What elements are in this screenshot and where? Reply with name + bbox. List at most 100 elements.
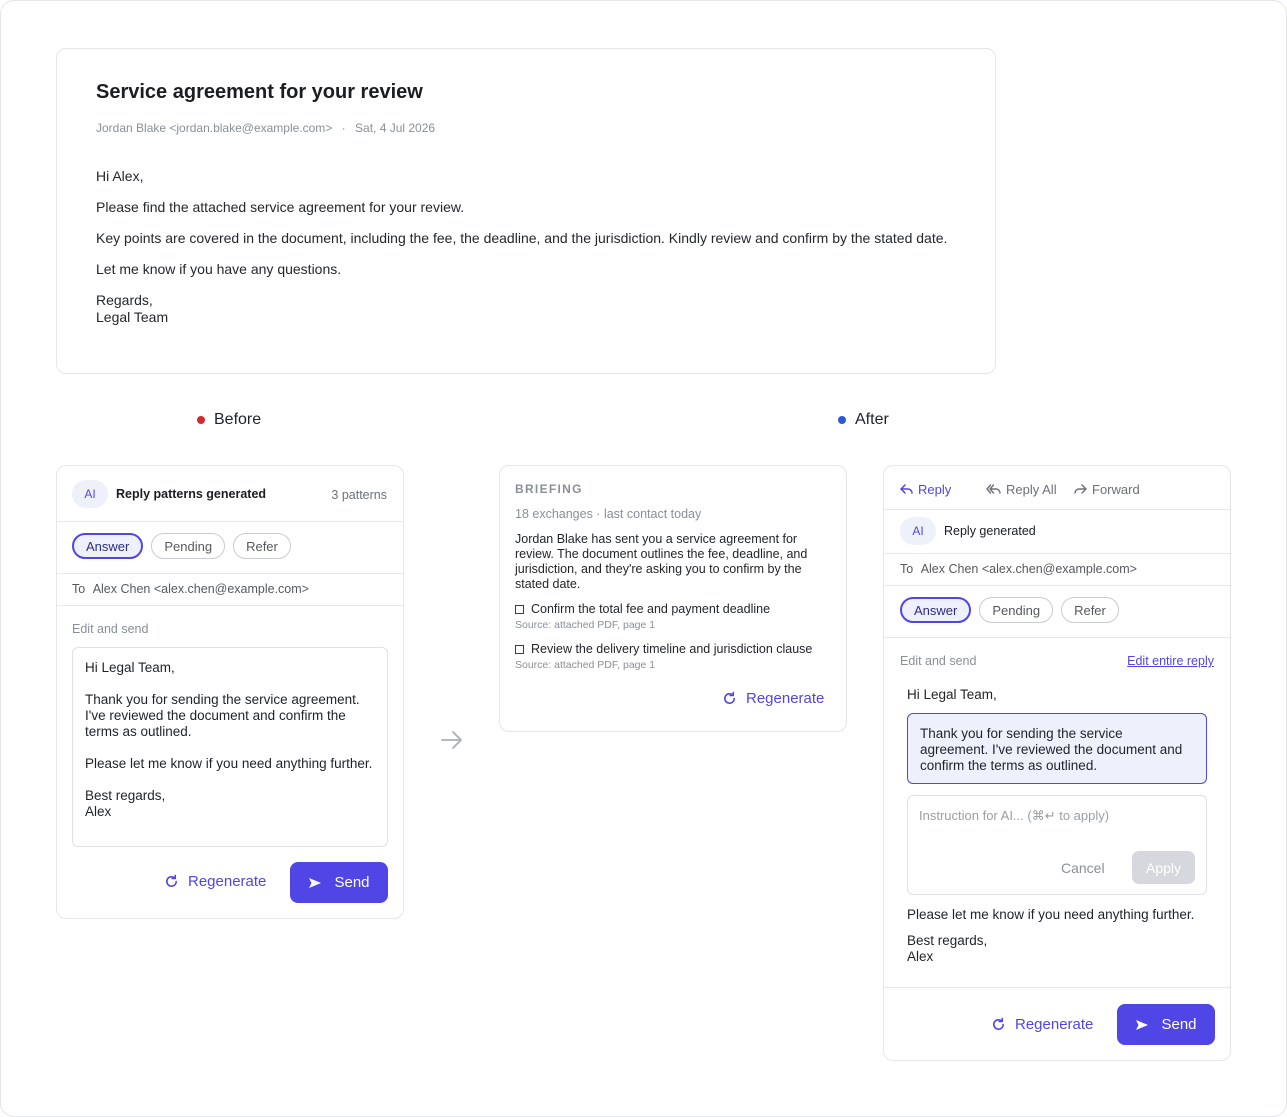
divider — [57, 605, 403, 606]
chip-refer[interactable]: Refer — [233, 533, 291, 559]
to-line: To Alex Chen <alex.chen@example.com> — [72, 582, 309, 596]
tab-reply[interactable]: Reply — [900, 482, 951, 497]
before-header: AI Reply patterns generated — [72, 480, 266, 508]
legend-after: After — [838, 411, 889, 429]
reply-all-icon — [986, 484, 1001, 494]
meta-separator: · — [341, 121, 346, 135]
refresh-icon — [724, 691, 735, 704]
briefing-meta: 18 exchanges · last contact today — [515, 507, 702, 521]
regenerate-label: Regenerate — [746, 690, 825, 707]
highlighted-paragraph[interactable]: Thank you for sending the service agreem… — [907, 713, 1207, 784]
blue-dot-icon — [838, 416, 846, 424]
after-title: Reply generated — [944, 524, 1036, 538]
chip-pending[interactable]: Pending — [151, 533, 226, 559]
divider — [57, 573, 403, 574]
legend-before: Before — [197, 411, 261, 429]
email-body: Hi Alex, Please find the attached servic… — [96, 168, 956, 340]
tab-reply-all-label: Reply All — [1006, 482, 1057, 497]
to-label: To — [72, 582, 86, 596]
briefing-item: Confirm the total fee and payment deadli… — [515, 602, 770, 631]
divider — [884, 585, 1230, 586]
ai-badge: AI — [72, 480, 108, 508]
forward-icon — [1074, 484, 1087, 494]
divider — [884, 553, 1230, 554]
regenerate-label: Regenerate — [1015, 1016, 1094, 1033]
send-icon — [309, 877, 322, 888]
ai-instruction-box: Instruction for AI... (⌘↵ to apply) Canc… — [907, 795, 1207, 895]
divider — [884, 637, 1230, 638]
edit-and-send-label: Edit and send — [72, 622, 149, 636]
email-signoff: Regards, — [96, 292, 153, 308]
send-icon — [1136, 1019, 1149, 1030]
divider — [884, 987, 1230, 988]
edit-entire-reply-link[interactable]: Edit entire reply — [1127, 654, 1214, 668]
regenerate-button[interactable]: Regenerate — [164, 873, 266, 890]
before-title: Reply patterns generated — [116, 487, 267, 501]
briefing-card: BRIEFING 18 exchanges · last contact tod… — [499, 465, 847, 732]
chip-refer[interactable]: Refer — [1061, 597, 1119, 623]
chip-answer[interactable]: Answer — [900, 597, 972, 623]
email-signature: Legal Team — [96, 309, 169, 325]
email-date: Sat, 4 Jul 2026 — [355, 121, 436, 135]
send-button[interactable]: Send — [290, 862, 388, 903]
briefing-item-source: Source: attached PDF, page 1 — [515, 659, 656, 671]
refresh-icon — [993, 1017, 1004, 1030]
briefing-heading: BRIEFING — [515, 482, 583, 496]
email-card: Service agreement for your review Jordan… — [56, 48, 996, 374]
email-subject: Service agreement for your review — [96, 81, 423, 103]
pattern-chips: Answer Pending Refer — [72, 533, 291, 559]
divider — [57, 521, 403, 522]
chip-answer[interactable]: Answer — [72, 533, 144, 559]
briefing-regenerate-button[interactable]: Regenerate — [722, 690, 824, 707]
regenerate-label: Regenerate — [188, 873, 267, 890]
chip-pending[interactable]: Pending — [979, 597, 1054, 623]
arrow-right-icon — [441, 731, 462, 749]
checkbox[interactable] — [515, 644, 524, 654]
after-reply-card: Reply Reply All Forward AI Reply generat… — [883, 465, 1231, 1061]
cancel-button[interactable]: Cancel — [1061, 860, 1105, 876]
email-paragraph: Please find the attached service agreeme… — [96, 199, 465, 215]
divider — [884, 509, 1230, 510]
instruction-input[interactable]: Instruction for AI... (⌘↵ to apply) — [919, 808, 1109, 824]
reply-signoff: Best regards, — [907, 933, 988, 948]
before-reply-card: AI Reply patterns generated 3 patterns A… — [56, 465, 404, 919]
reply-icon — [900, 484, 913, 494]
briefing-item: Review the delivery timeline and jurisdi… — [515, 642, 812, 671]
to-label: To — [900, 562, 914, 576]
pattern-chips: Answer Pending Refer — [900, 597, 1119, 623]
apply-button[interactable]: Apply — [1132, 851, 1195, 884]
send-label: Send — [1161, 1016, 1197, 1033]
send-label: Send — [334, 874, 370, 891]
after-header: AI Reply generated — [900, 517, 1036, 545]
email-paragraph: Let me know if you have any questions. — [96, 261, 342, 277]
legend-after-label: After — [855, 411, 889, 428]
tab-reply-all[interactable]: Reply All — [986, 482, 1057, 497]
briefing-summary: Jordan Blake has sent you a service agre… — [515, 532, 808, 591]
patterns-count: 3 patterns — [331, 488, 387, 502]
briefing-item-source: Source: attached PDF, page 1 — [515, 619, 656, 631]
tab-forward[interactable]: Forward — [1074, 482, 1140, 497]
to-recipient: Alex Chen <alex.chen@example.com> — [920, 562, 1137, 576]
refresh-icon — [166, 874, 177, 887]
reply-signature: Alex — [907, 949, 934, 964]
briefing-item-text: Review the delivery timeline and jurisdi… — [531, 642, 813, 656]
tab-forward-label: Forward — [1092, 482, 1140, 497]
email-sender: Jordan Blake <jordan.blake@example.com> — [96, 121, 333, 135]
tab-reply-label: Reply — [918, 482, 952, 497]
legend-before-label: Before — [214, 411, 262, 428]
briefing-item-text: Confirm the total fee and payment deadli… — [531, 602, 771, 616]
reply-closing-line: Please let me know if you need anything … — [907, 907, 1195, 922]
edit-and-send-label: Edit and send — [900, 654, 977, 668]
send-button[interactable]: Send — [1117, 1004, 1215, 1045]
email-paragraph: Key points are covered in the document, … — [96, 230, 948, 246]
to-recipient: Alex Chen <alex.chen@example.com> — [92, 582, 309, 596]
to-line: To Alex Chen <alex.chen@example.com> — [900, 562, 1137, 576]
regenerate-button[interactable]: Regenerate — [991, 1016, 1093, 1033]
ai-badge: AI — [900, 517, 936, 545]
red-dot-icon — [197, 416, 205, 424]
checkbox[interactable] — [515, 604, 524, 614]
email-meta: Jordan Blake <jordan.blake@example.com> … — [96, 121, 435, 135]
email-greeting: Hi Alex, — [96, 168, 144, 184]
draft-textarea[interactable]: Hi Legal Team, Thank you for sending the… — [72, 647, 388, 847]
reply-greeting: Hi Legal Team, — [907, 687, 997, 702]
